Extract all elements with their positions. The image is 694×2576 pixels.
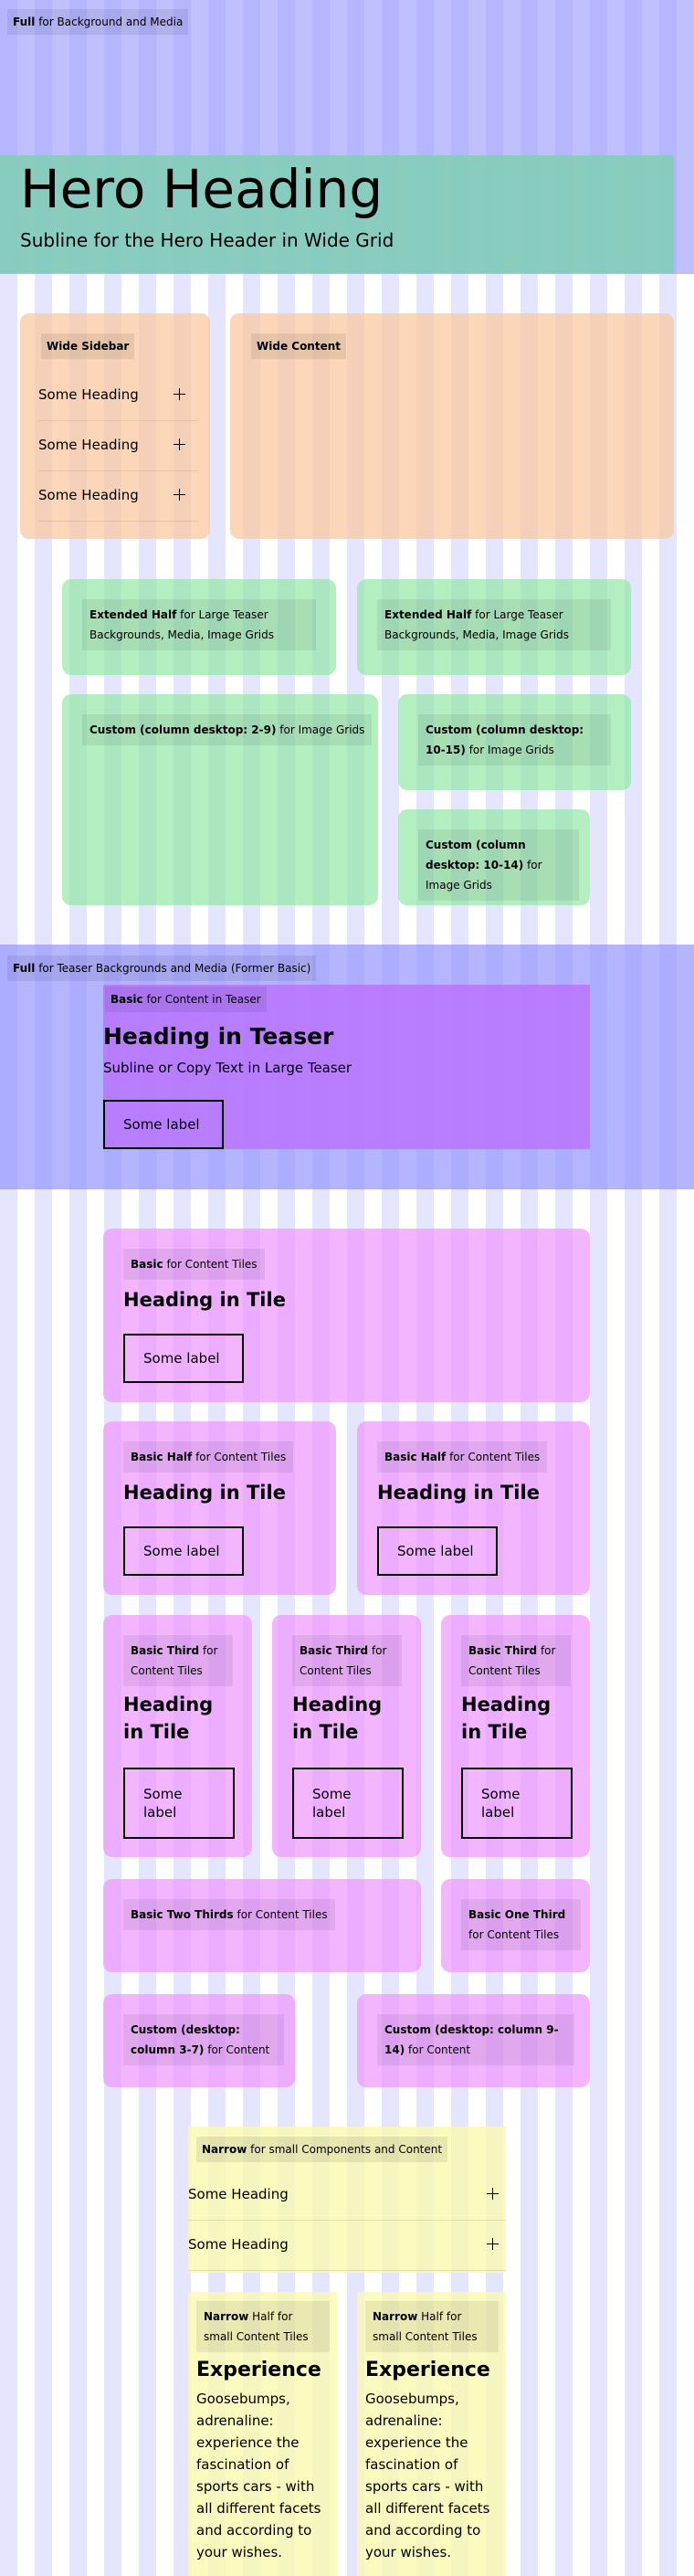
accordion-heading: Some Heading (188, 2186, 289, 2202)
narrow-half-left-text: Goosebumps, adrenaline: experience the f… (196, 2391, 321, 2560)
label-bold: Basic Half (131, 1451, 193, 1463)
label-bold: Wide Sidebar (47, 340, 130, 353)
third-tile-3-heading: Heading in Tile (461, 1694, 552, 1743)
label-text: for Content in Teaser (142, 993, 261, 1006)
label-text: for Content (405, 2043, 471, 2056)
half-tile-right-heading: Heading in Tile (377, 1482, 540, 1504)
accordion-heading: Some Heading (38, 487, 139, 503)
label-text: for Image Grids (465, 744, 554, 756)
label-bold: Basic Two Thirds (131, 1908, 234, 1921)
plus-icon (174, 489, 185, 501)
plus-icon (174, 438, 185, 450)
label-bold: Custom (column desktop: 10-14) (426, 839, 526, 871)
hero-heading: Hero Heading (20, 158, 384, 220)
half-tile-right-button[interactable]: Some label (377, 1526, 498, 1576)
narrow-label: Narrow for small Components and Content (196, 2137, 448, 2162)
custom-2-9-label: Custom (column desktop: 2-9) for Image G… (82, 714, 373, 745)
basic-tile-button[interactable]: Some label (123, 1334, 244, 1383)
teaser-button[interactable]: Some label (103, 1100, 224, 1149)
two-thirds-label: Basic Two Thirds for Content Tiles (123, 1899, 335, 1930)
teaser-label: Basic for Content in Teaser (105, 987, 267, 1012)
third-tile-2-label: Basic Third for Content Tiles (292, 1635, 402, 1686)
narrow-half-right-heading: Experience (365, 2359, 490, 2381)
sidebar-accordion-item-2[interactable]: Some Heading (38, 420, 198, 471)
extended-half-right-label: Extended Half for Large Teaser Backgroun… (377, 599, 611, 650)
full-teaser-label: Full for Teaser Backgrounds and Media (F… (7, 955, 317, 981)
label-bold: Basic Half (384, 1451, 447, 1463)
label-bold: Wide Content (257, 340, 342, 353)
plus-icon (487, 2188, 499, 2200)
plus-icon (174, 388, 185, 400)
narrow-accordion-item-2[interactable]: Some Heading (188, 2220, 506, 2271)
label-bold: Basic (110, 993, 143, 1006)
label-text: for small Components and Content (247, 2143, 443, 2156)
label-bold: Extended Half (89, 608, 177, 621)
half-tile-left-heading: Heading in Tile (123, 1482, 286, 1504)
custom-9-14-label: Custom (desktop: column 9-14) for Conten… (377, 2014, 574, 2065)
narrow-half-left-heading: Experience (196, 2359, 321, 2381)
one-third-label: Basic One Third for Content Tiles (461, 1899, 581, 1950)
third-tile-3-label: Basic Third for Content Tiles (461, 1635, 571, 1686)
narrow-half-left-label: Narrow Half for small Content Tiles (196, 2301, 330, 2352)
plus-icon (487, 2238, 499, 2250)
label-text: for Content Tiles (446, 1451, 541, 1463)
label-bold: Basic One Third (468, 1908, 566, 1921)
third-tile-1-button[interactable]: Some label (123, 1768, 235, 1839)
label-text: for Content Tiles (468, 1928, 560, 1941)
hero-subline: Subline for the Hero Header in Wide Grid (20, 229, 394, 251)
label-bold: Full (13, 16, 36, 28)
teaser-heading: Heading in Teaser (103, 1023, 334, 1050)
half-tile-left-label: Basic Half for Content Tiles (123, 1441, 294, 1473)
third-tile-3-button[interactable]: Some label (461, 1768, 573, 1839)
label-bold: Basic Third (131, 1644, 200, 1657)
narrow-half-right-label: Narrow Half for small Content Tiles (365, 2301, 499, 2352)
basic-tile-label: Basic for Content Tiles (123, 1249, 265, 1280)
label-bold: Custom (column desktop: 2-9) (89, 723, 277, 736)
sidebar-accordion-item-3[interactable]: Some Heading (38, 470, 198, 522)
basic-tile-heading: Heading in Tile (123, 1289, 286, 1311)
sidebar-accordion-item-1[interactable]: Some Heading (38, 370, 198, 421)
accordion-heading: Some Heading (38, 386, 139, 403)
label-text: for Background and Media (35, 16, 184, 28)
third-tile-2-heading: Heading in Tile (292, 1694, 383, 1743)
label-bold: Extended Half (384, 608, 472, 621)
label-bold: Full (13, 962, 36, 975)
label-text: for Teaser Backgrounds and Media (Former… (35, 962, 311, 975)
half-tile-left-button[interactable]: Some label (123, 1526, 244, 1576)
accordion-heading: Some Heading (38, 437, 139, 453)
accordion-heading: Some Heading (188, 2236, 289, 2253)
extended-half-left-label: Extended Half for Large Teaser Backgroun… (82, 599, 316, 650)
narrow-half-right-text: Goosebumps, adrenaline: experience the f… (365, 2391, 490, 2560)
label-text: for Content Tiles (192, 1451, 287, 1463)
narrow-accordion-item-1[interactable]: Some Heading (188, 2170, 506, 2221)
third-tile-1-heading: Heading in Tile (123, 1694, 214, 1743)
third-tile-1-label: Basic Third for Content Tiles (123, 1635, 233, 1686)
half-tile-right-label: Basic Half for Content Tiles (377, 1441, 548, 1473)
label-text: for Image Grids (276, 723, 365, 736)
label-bold: Narrow (373, 2310, 418, 2323)
full-background-label: Full for Background and Media (7, 9, 189, 35)
label-bold: Narrow (204, 2310, 249, 2323)
custom-3-7-label: Custom (desktop: column 3-7) for Content (123, 2014, 284, 2065)
label-text: for Content Tiles (163, 1258, 258, 1271)
wide-content-label: Wide Content (251, 333, 347, 359)
label-bold: Basic Third (468, 1644, 538, 1657)
wide-sidebar-label: Wide Sidebar (41, 333, 135, 359)
third-tile-2-button[interactable]: Some label (292, 1768, 404, 1839)
label-text: for Content Tiles (233, 1908, 328, 1921)
custom-10-15-label: Custom (column desktop: 10-15) for Image… (418, 714, 611, 765)
teaser-subline: Subline or Copy Text in Large Teaser (103, 1060, 352, 1076)
label-bold: Basic (131, 1258, 163, 1271)
label-text: for Content (204, 2043, 270, 2056)
custom-10-14-label: Custom (column desktop: 10-14) for Image… (418, 829, 579, 901)
label-bold: Basic Third (300, 1644, 369, 1657)
label-bold: Narrow (202, 2143, 247, 2156)
